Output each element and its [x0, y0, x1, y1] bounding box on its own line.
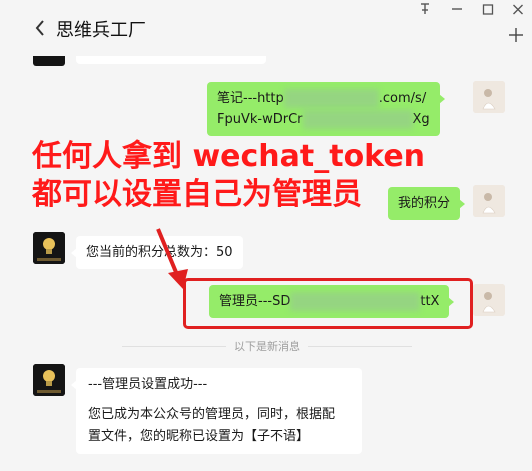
lightbulb-icon: [33, 232, 65, 264]
user-avatar[interactable]: [473, 284, 505, 316]
highlight-box: [183, 278, 473, 329]
user-avatar-image: [473, 81, 505, 113]
close-button[interactable]: [512, 2, 524, 20]
note-text-2b: Xg: [412, 112, 430, 127]
maximize-button[interactable]: [482, 2, 494, 20]
redacted-blur: [283, 89, 379, 108]
chat-area[interactable]: 笔记---http .com/s/ FpuVk-wDrCr Xg 我的积分 您当前的…: [0, 56, 532, 471]
minimize-button[interactable]: [451, 0, 463, 18]
success-body-line1: 您已成为本公众号的管理员，同时，根据配: [88, 407, 336, 422]
message-bubble-note[interactable]: 笔记---http .com/s/ FpuVk-wDrCr Xg: [207, 82, 445, 136]
bot-avatar[interactable]: [33, 232, 65, 264]
annotation-line-2: 都可以设置自己为管理员: [32, 177, 362, 212]
new-messages-label: 以下是新消息: [226, 338, 308, 354]
back-button[interactable]: [30, 14, 50, 42]
lightbulb-icon: [33, 364, 65, 396]
success-heading: ---管理员设置成功---: [88, 377, 208, 392]
message-bubble-admin-success[interactable]: ---管理员设置成功--- 您已成为本公众号的管理员，同时，根据配 置文件，您的…: [71, 368, 362, 454]
chevron-left-icon: [35, 20, 44, 36]
add-icon[interactable]: [508, 24, 524, 49]
user-avatar-image: [473, 185, 505, 217]
message-bubble-partial: [76, 56, 266, 64]
user-avatar-image: [473, 284, 505, 316]
note-text-1b: .com/s/: [378, 91, 427, 106]
pin-icon[interactable]: [419, 2, 431, 20]
user-avatar[interactable]: [473, 81, 505, 113]
note-text-1a: 笔记---http: [217, 91, 284, 106]
note-text-2a: FpuVk-wDrCr: [217, 112, 303, 127]
annotation-line-1: 任何人拿到 wechat_token: [32, 139, 426, 174]
user-avatar[interactable]: [473, 185, 505, 217]
success-body-line2: 置文件，您的昵称已设置为【子不语】: [88, 429, 310, 444]
bot-avatar[interactable]: [33, 56, 65, 66]
title-bar: 思维兵工厂: [0, 0, 532, 56]
redacted-blur: [302, 110, 413, 129]
chat-title: 思维兵工厂: [56, 20, 146, 41]
bot-avatar[interactable]: [33, 364, 65, 396]
message-bubble-points-request[interactable]: 我的积分: [388, 187, 466, 220]
